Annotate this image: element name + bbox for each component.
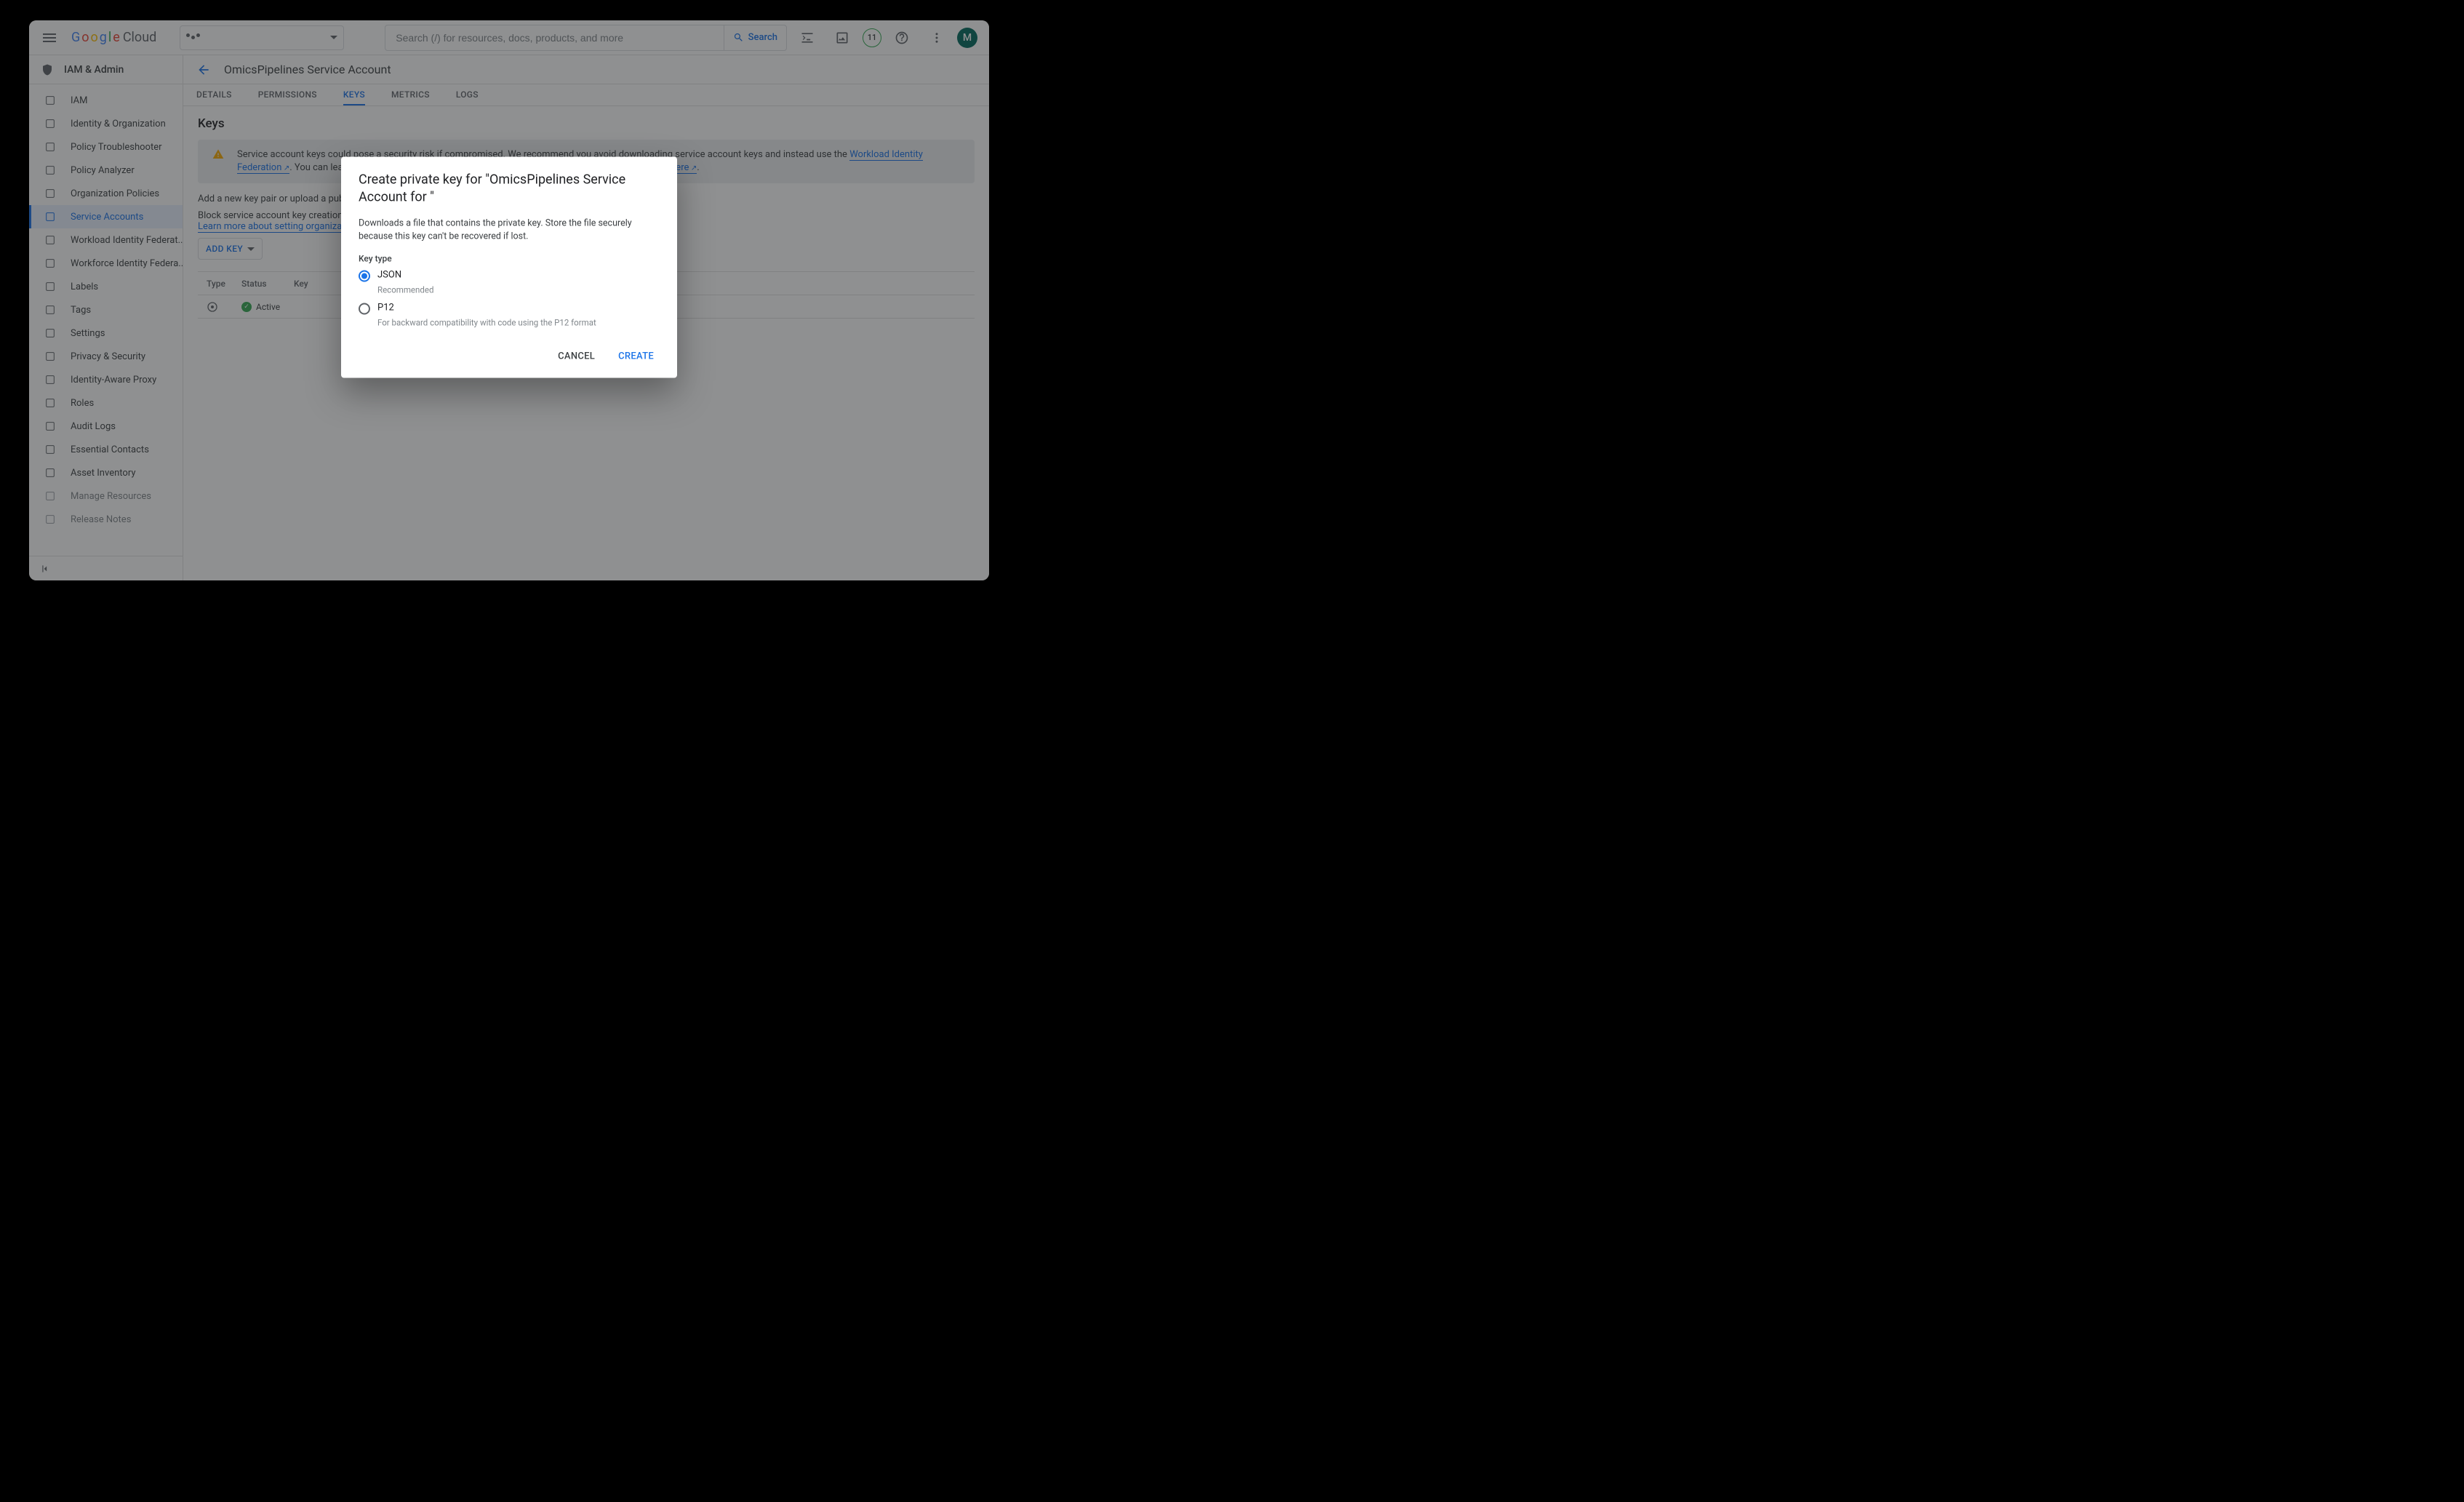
create-button[interactable]: CREATE [612,346,660,366]
radio-help-json: Recommended [377,284,660,295]
radio-p12[interactable]: P12 [359,302,660,314]
modal-title: Create private key for "OmicsPipelines S… [359,172,660,207]
radio-label: P12 [377,302,394,313]
cancel-button[interactable]: CANCEL [552,346,601,366]
modal-description: Downloads a file that contains the priva… [359,217,660,243]
create-key-modal: Create private key for "OmicsPipelines S… [341,157,677,378]
radio-json[interactable]: JSON [359,269,660,281]
radio-label: JSON [377,269,401,280]
radio-icon [359,303,370,314]
key-type-label: Key type [359,253,660,263]
radio-icon [359,270,370,281]
radio-help-p12: For backward compatibility with code usi… [377,317,660,327]
